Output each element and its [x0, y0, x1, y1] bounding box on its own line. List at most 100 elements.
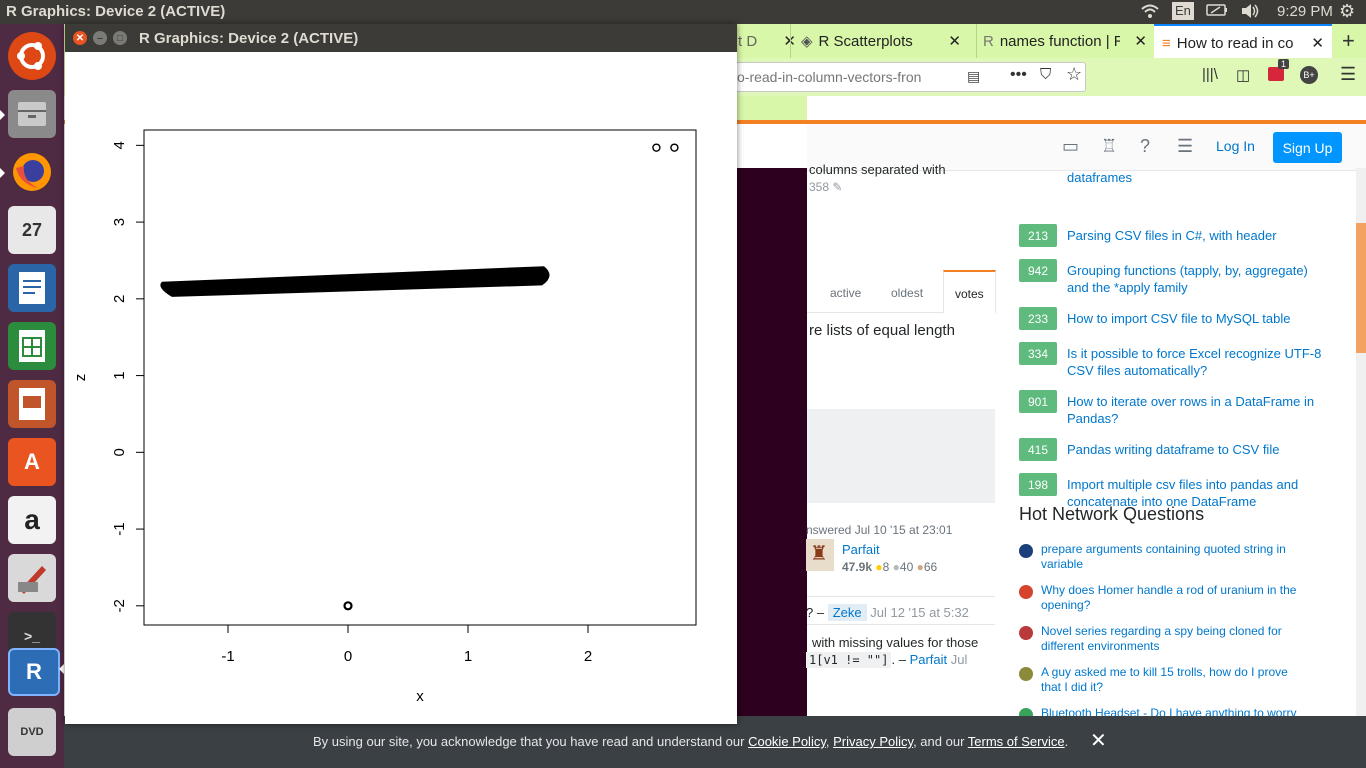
close-tab-icon[interactable]: ✕	[1311, 34, 1324, 52]
linked-question-link[interactable]: Grouping functions (tapply, by, aggregat…	[1067, 262, 1327, 296]
scrollbar-thumb[interactable]	[1356, 223, 1366, 353]
r-window-titlebar[interactable]: ✕ – □ R Graphics: Device 2 (ACTIVE)	[65, 24, 737, 52]
close-tab-icon[interactable]: ✕	[1134, 32, 1147, 50]
site-icon	[1019, 544, 1033, 558]
linked-vote-count: 415	[1019, 438, 1057, 461]
comment-user-link[interactable]: Zeke	[827, 604, 867, 621]
site-switcher-icon[interactable]: ☰	[1177, 136, 1193, 157]
comment-user-link[interactable]: Parfait	[910, 652, 948, 667]
sort-tab-votes[interactable]: votes	[943, 270, 996, 314]
y-tick-label: 3	[111, 218, 128, 226]
bookmark-star-icon[interactable]: ☆	[1066, 64, 1082, 85]
tab-names-function[interactable]: R names function | R ✕	[976, 24, 1155, 58]
linked-question-link[interactable]: Parsing CSV files in C#, with header	[1067, 227, 1327, 244]
sort-tabs: active oldest votes	[807, 270, 996, 314]
tab-r-scatterplots[interactable]: ◈ R Scatterplots ✕	[790, 24, 969, 58]
user-name-link[interactable]: Parfait	[842, 542, 880, 557]
cookie-close-icon[interactable]: ✕	[1090, 728, 1107, 753]
amazon-icon[interactable]: a	[8, 496, 56, 544]
dvd-icon[interactable]: DVD	[8, 708, 56, 756]
files-icon[interactable]	[8, 90, 56, 138]
minimize-window-icon[interactable]: –	[93, 31, 107, 45]
tab-label: How to read in co	[1176, 34, 1294, 52]
page-actions-icon[interactable]: •••	[1010, 66, 1027, 84]
edit-count: 358 ✎	[809, 180, 842, 194]
gold-count: 8	[882, 560, 890, 574]
extension-icon[interactable]	[1268, 67, 1284, 81]
top-panel: R Graphics: Device 2 (ACTIVE) En 9:29 PM…	[0, 0, 1366, 24]
calendar-icon[interactable]: 27	[8, 206, 56, 254]
grade-extension-icon[interactable]: B+	[1300, 66, 1318, 84]
linked-question-link[interactable]: How to iterate over rows in a DataFrame …	[1067, 393, 1327, 427]
launcher: 27 A a >_ R DVD	[0, 24, 64, 768]
linked-question-link[interactable]: Is it possible to force Excel recognize …	[1067, 345, 1327, 379]
firefox-running-indicator	[0, 168, 5, 178]
calc-icon[interactable]	[8, 322, 56, 370]
comment-2: with missing values for those	[812, 635, 979, 650]
site-favicon-icon: R	[983, 32, 994, 50]
pencil-icon: ✎	[832, 180, 843, 194]
settings-gear-icon[interactable]: ⚙	[1339, 1, 1355, 22]
menu-hamburger-icon[interactable]: ☰	[1340, 64, 1356, 85]
new-tab-button[interactable]: +	[1342, 28, 1355, 54]
url-text[interactable]: o-read-in-column-vectors-fron	[737, 69, 921, 85]
sort-tab-oldest[interactable]: oldest	[891, 286, 923, 300]
library-icon[interactable]: |||\	[1202, 66, 1218, 83]
tab-label: R Scatterplots	[818, 32, 913, 50]
hot-question-link[interactable]: Why does Homer handle a rod of uranium i…	[1041, 583, 1311, 613]
linked-vote-count: 198	[1019, 473, 1057, 496]
user-avatar[interactable]: ♜	[806, 539, 834, 571]
signup-button[interactable]: Sign Up	[1273, 132, 1342, 163]
hot-question-link[interactable]: prepare arguments containing quoted stri…	[1041, 542, 1311, 572]
ubuntu-dash-icon[interactable]	[8, 32, 56, 80]
volume-icon[interactable]	[1240, 3, 1260, 23]
url-bar[interactable]: o-read-in-column-vectors-fron ▤	[724, 62, 1086, 92]
privacy-policy-link[interactable]: Privacy Policy	[833, 734, 913, 749]
impress-icon[interactable]	[8, 380, 56, 428]
close-tab-icon[interactable]: ✕	[948, 32, 961, 50]
linked-question-link[interactable]: Pandas writing dataframe to CSV file	[1067, 441, 1327, 458]
r-graphics-window: ✕ – □ R Graphics: Device 2 (ACTIVE) -1 0 1…	[65, 24, 737, 724]
bronze-count: 66	[923, 560, 938, 574]
software-center-icon[interactable]: A	[8, 438, 56, 486]
pocket-icon[interactable]: ⛉	[1040, 66, 1051, 83]
maximize-window-icon[interactable]: □	[113, 31, 127, 45]
login-link[interactable]: Log In	[1216, 138, 1255, 154]
terms-link[interactable]: Terms of Service	[968, 734, 1065, 749]
linked-item-top[interactable]: dataframes	[1067, 169, 1327, 186]
answered-meta: nswered Jul 10 '15 at 23:01	[806, 523, 953, 537]
drawing-tool-icon[interactable]	[8, 554, 56, 602]
terminal-behind	[737, 168, 807, 768]
linked-question-link[interactable]: How to import CSV file to MySQL table	[1067, 310, 1327, 327]
writer-icon[interactable]	[8, 264, 56, 312]
comment-code: 1[v1 != ""]	[806, 652, 892, 668]
achievements-trophy-icon[interactable]: ♖	[1101, 136, 1117, 157]
wifi-icon[interactable]	[1141, 3, 1159, 23]
hot-question-link[interactable]: A guy asked me to kill 15 trolls, how do…	[1041, 665, 1311, 695]
tab-how-to-read[interactable]: ≡ How to read in co ✕	[1154, 24, 1332, 60]
cookie-policy-link[interactable]: Cookie Policy	[748, 734, 826, 749]
reader-view-icon[interactable]: ▤	[967, 68, 980, 85]
sidebar-icon[interactable]: ◫	[1236, 66, 1250, 84]
rep-value: 47.9k	[842, 560, 873, 574]
help-icon[interactable]: ?	[1140, 136, 1150, 157]
keyboard-language[interactable]: En	[1172, 2, 1194, 20]
r-app-icon[interactable]: R	[8, 648, 60, 696]
avatar-figure-icon: ♜	[810, 543, 828, 565]
firefox-icon[interactable]	[8, 148, 56, 196]
user-reputation: 47.9k ●8 ●40 ●66	[842, 560, 937, 574]
bronze-badge-icon: ●	[916, 560, 924, 574]
site-icon	[1019, 585, 1033, 599]
y-tick-label: 0	[111, 448, 128, 456]
x-tick-label: -1	[221, 648, 234, 665]
site-icon	[1019, 667, 1033, 681]
hot-network-title: Hot Network Questions	[1019, 504, 1205, 524]
hot-question-link[interactable]: Novel series regarding a spy being clone…	[1041, 624, 1311, 654]
inbox-icon[interactable]: ▭	[1062, 136, 1079, 157]
data-point	[670, 143, 679, 152]
comment-divider	[807, 596, 995, 597]
battery-icon[interactable]	[1206, 3, 1228, 21]
clock[interactable]: 9:29 PM	[1277, 3, 1333, 20]
sort-tab-active[interactable]: active	[830, 286, 861, 300]
close-window-icon[interactable]: ✕	[73, 31, 87, 45]
